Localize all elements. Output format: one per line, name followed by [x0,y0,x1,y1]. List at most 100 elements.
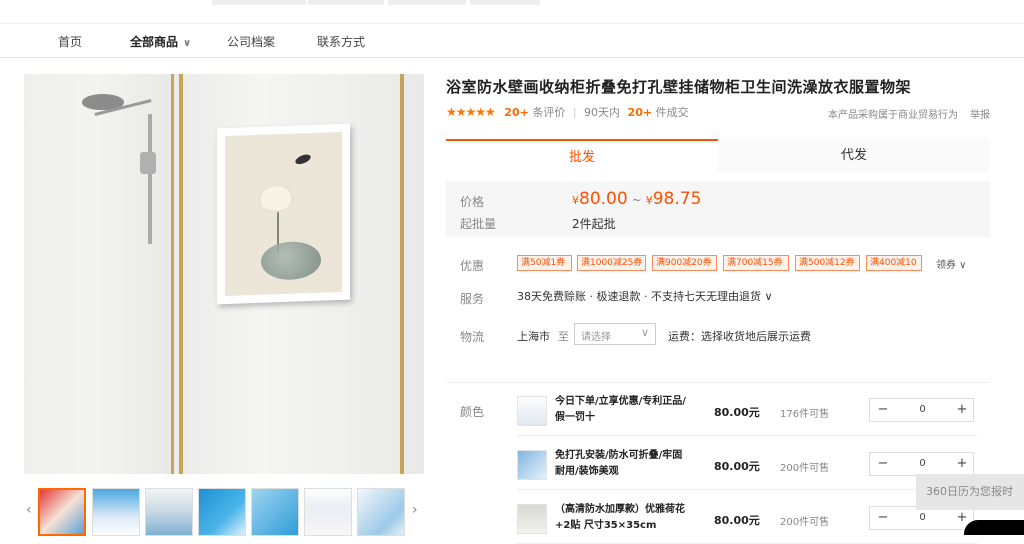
decrease-button[interactable]: − [870,453,896,475]
chevron-down-icon: ∨ [183,38,192,49]
destination-select[interactable]: 请选择 ∨ [574,323,656,345]
lotus-flower [261,185,291,211]
color-label: 颜色 [460,405,485,419]
tab-dropship[interactable]: 代发 [718,139,990,172]
image-rail [400,74,404,474]
calendar-popup[interactable]: 360日历为您报时 [916,474,1024,510]
thumbnail[interactable] [145,488,193,536]
purchase-mode-tabs: 批发 代发 [446,139,990,172]
nav-all-products[interactable]: 全部商品 ∨ [130,33,191,50]
coupon-badge[interactable]: 满900减20券 [652,255,717,271]
thumbnail[interactable] [38,488,86,536]
report-link[interactable]: 举报 [970,106,990,121]
quantity-stepper: − 0 + [869,452,974,476]
nav-home[interactable]: 首页 [58,33,82,50]
sku-price: 80.00元 [714,406,760,419]
sales-label: 件成交 [655,106,689,119]
review-label: 条评价 [532,106,566,119]
price-box: 价格 ¥80.00 ~ ¥98.75 起批量 2件起批 [446,181,990,237]
quantity-value[interactable]: 0 [896,399,949,421]
product-title: 浴室防水壁画收纳柜折叠免打孔壁挂储物柜卫生间洗澡放衣服置物架 [446,78,912,96]
nav-all-products-label: 全部商品 [130,35,179,49]
chevron-right-icon[interactable]: › [412,502,418,518]
thumbnail-strip: ‹ › [24,486,424,536]
sku-stock: 176件可售 [780,409,830,420]
sku-name: 今日下单/立享优惠/专利正品/假一罚十 [555,396,686,423]
sku-stock: 200件可售 [780,463,830,474]
sku-name: 免打孔安装/防水可折叠/牢固耐用/装饰美观 [555,450,683,477]
thumbnail[interactable] [304,488,352,536]
quantity-stepper: − 0 + [869,398,974,422]
ship-from-city: 上海市 [517,330,550,343]
shower-pipe [148,114,152,244]
sku-row: 免打孔安装/防水可折叠/牢固耐用/装饰美观 80.00元 200件可售 − 0 … [517,440,977,490]
sku-row: 今日下单/立享优惠/专利正品/假一罚十 80.00元 176件可售 − 0 + [517,386,977,436]
separator: | [572,106,577,119]
thumbnail[interactable] [198,488,246,536]
star-rating-icon: ★★★★★ [446,105,496,119]
trade-notice: 本产品采购属于商业贸易行为 [828,110,958,121]
coupon-badge[interactable]: 满700减15券 [723,255,789,271]
shower-valve [140,152,156,174]
sku-thumbnail[interactable] [517,450,547,480]
service-text[interactable]: 38天免费赊账 · 极速退款 · 不支持七天无理由退货 ∨ [517,288,773,304]
decrease-button[interactable]: − [870,507,896,529]
tab-wholesale[interactable]: 批发 [446,139,718,172]
lotus-leaf [261,240,321,281]
promo-label: 优惠 [460,259,485,273]
price-max: 98.75 [652,189,702,209]
nav-company-profile[interactable]: 公司档案 [227,33,275,50]
chevron-down-icon: ∨ [640,326,649,339]
image-rail [179,74,183,474]
bird-figure [294,152,312,167]
shop-nav: 首页 全部商品 ∨ 公司档案 联系方式 [0,24,1024,58]
sku-name: （高清防水加厚款）优雅荷花+2贴 尺寸35×35cm [555,504,685,531]
coupon-badge[interactable]: 满500减12券 [795,255,860,271]
price-label: 价格 [460,195,485,209]
header-field[interactable] [470,0,540,5]
coupon-badge[interactable]: 满1000减25券 [577,255,646,271]
currency-symbol: ¥ [645,194,653,207]
freight-note: 运费：选择收货地后展示运费 [668,330,811,343]
sku-stock: 200件可售 [780,517,830,528]
currency-symbol: ¥ [572,194,579,207]
review-count[interactable]: 20+ [504,106,529,119]
sku-price: 80.00元 [714,460,760,473]
get-coupon-button[interactable]: 领券 ∨ [936,256,967,271]
thumbnail[interactable] [92,488,140,536]
thumbnail[interactable] [357,488,405,536]
price-min: 80.00 [579,189,628,209]
sales-period: 90天内 [584,106,621,119]
logistics-label: 物流 [460,330,485,344]
coupon-badge[interactable]: 满50减1券 [517,255,572,271]
coupon-badge[interactable]: 满400减10 [866,255,922,271]
sku-price: 80.00元 [714,514,760,527]
main-product-image[interactable] [24,74,424,474]
increase-button[interactable]: + [949,453,975,475]
nav-contact[interactable]: 联系方式 [317,33,365,50]
sku-thumbnail[interactable] [517,504,547,534]
ship-to-label: 至 [558,330,569,343]
header-field[interactable] [388,0,466,5]
header-field[interactable] [308,0,384,5]
destination-placeholder: 请选择 [581,332,611,343]
quantity-value[interactable]: 0 [896,453,949,475]
thumbnail[interactable] [251,488,299,536]
decrease-button[interactable]: − [870,399,896,421]
header-field[interactable] [212,0,306,5]
sku-thumbnail[interactable] [517,396,547,426]
service-label: 服务 [460,292,485,306]
sales-count: 20+ [627,106,653,119]
top-strip [0,0,1024,24]
price-tilde: ~ [631,193,642,207]
lotus-painting [225,131,342,297]
rating-row: ★★★★★ 20+ 条评价 | 90天内 20+ 件成交 [446,104,689,120]
divider [446,382,990,383]
quantity-value[interactable]: 0 [896,507,949,529]
moq-label: 起批量 [460,217,497,231]
increase-button[interactable]: + [949,399,975,421]
overlay-corner [964,520,1024,535]
wall-art-frame [217,123,350,305]
chevron-left-icon[interactable]: ‹ [26,502,32,518]
sku-row: （高清防水加厚款）优雅荷花+2贴 尺寸35×35cm 80.00元 200件可售… [517,494,977,544]
